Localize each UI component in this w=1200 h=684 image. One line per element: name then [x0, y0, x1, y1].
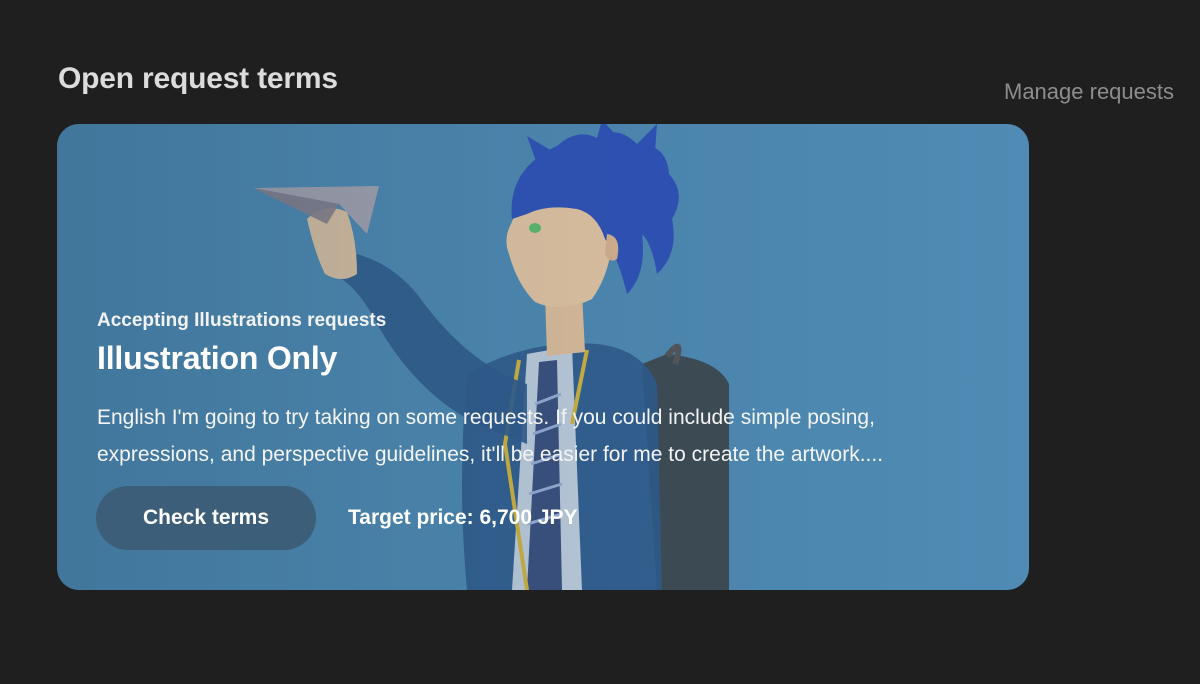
card-title: Illustration Only — [97, 340, 338, 376]
target-price: Target price: 6,700 JPY — [348, 506, 578, 529]
card-content: Accepting Illustrations requests Illustr… — [97, 310, 997, 473]
card-description: English I'm going to try taking on some … — [97, 406, 884, 466]
section-title: Open request terms — [58, 62, 338, 95]
request-card[interactable]: Accepting Illustrations requests Illustr… — [57, 124, 1029, 590]
card-actions: Check terms Target price: 6,700 JPY — [96, 486, 578, 550]
card-eyebrow: Accepting Illustrations requests — [97, 310, 387, 331]
check-terms-button[interactable]: Check terms — [96, 486, 316, 550]
request-terms-page: Open request terms Manage requests Accep… — [0, 0, 1200, 684]
manage-requests-link[interactable]: Manage requests — [1004, 79, 1174, 105]
